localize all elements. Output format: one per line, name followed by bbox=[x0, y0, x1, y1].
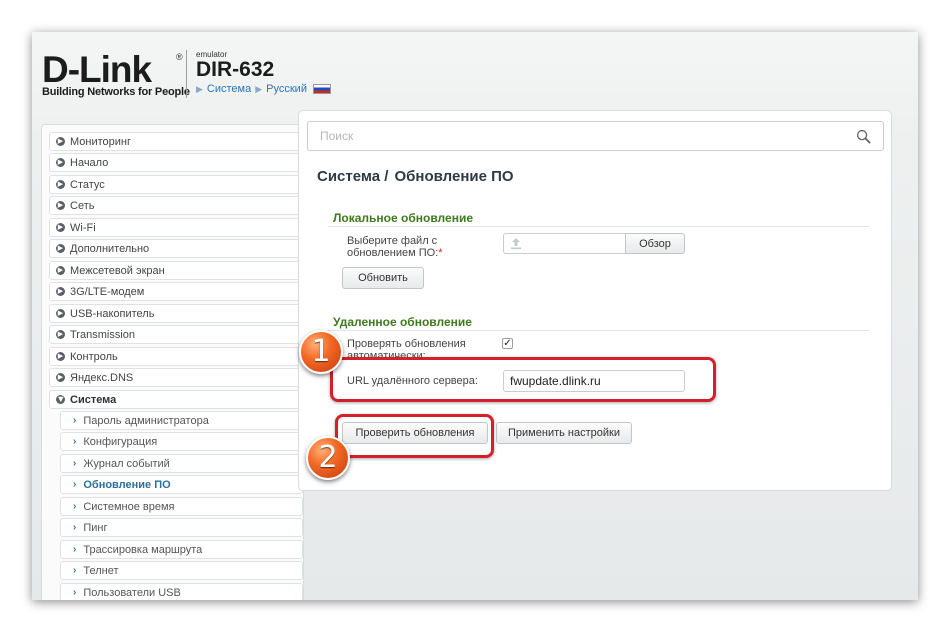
sidebar-subitem-firmware-update[interactable]: › Обновление ПО bbox=[60, 475, 303, 494]
sidebar-subitem-system-time[interactable]: › Системное время bbox=[60, 497, 303, 516]
sidebar-subitem-traceroute[interactable]: › Трассировка маршрута bbox=[60, 540, 303, 559]
auto-check-checkbox[interactable]: ✓ bbox=[502, 338, 513, 349]
logo-text: D-Link bbox=[42, 49, 152, 90]
local-update-section-title: Локальное обновление bbox=[333, 211, 473, 225]
search-box bbox=[307, 121, 884, 151]
arrow-right-icon: ▶ bbox=[56, 201, 65, 210]
sidebar-subitem-event-log[interactable]: › Журнал событий bbox=[60, 454, 303, 473]
arrow-right-icon: ▶ bbox=[56, 180, 65, 189]
page-title-page: Обновление ПО bbox=[394, 168, 514, 185]
search-input[interactable] bbox=[308, 122, 848, 150]
model-info: emulator DIR-632 ▶ Система ▶ Русский bbox=[196, 50, 331, 95]
breadcrumb-arrow-icon: ▶ bbox=[196, 83, 203, 94]
language-selector[interactable]: Русский bbox=[266, 83, 307, 95]
arrow-right-icon: ▶ bbox=[56, 137, 65, 146]
sidebar-subitem-ping[interactable]: › Пинг bbox=[60, 518, 303, 537]
page-title: Система / Обновление ПО bbox=[317, 168, 514, 185]
sidebar-subitem-usb-users[interactable]: › Пользователи USB bbox=[60, 583, 303, 600]
upload-icon bbox=[511, 238, 521, 250]
sidebar-item-yandex-dns[interactable]: ▶ Яндекс.DNS bbox=[49, 368, 303, 387]
page-title-section: Система / bbox=[317, 168, 389, 185]
section-divider bbox=[328, 330, 869, 331]
sidebar-menu: ▶ Мониторинг ▶ Начало ▶ Статус ▶ Сеть ▶ Wi-Fi… bbox=[41, 124, 304, 600]
highlight-frame-check-button bbox=[335, 414, 494, 458]
chevron-right-icon: › bbox=[73, 544, 77, 555]
arrow-right-icon: ▶ bbox=[56, 309, 65, 318]
sidebar-item-wifi[interactable]: ▶ Wi-Fi bbox=[49, 218, 303, 237]
chevron-right-icon: › bbox=[73, 522, 77, 533]
breadcrumb: ▶ Система ▶ Русский bbox=[196, 83, 331, 95]
search-icon[interactable] bbox=[856, 129, 871, 144]
step-1-badge: 1 bbox=[299, 330, 343, 374]
chevron-right-icon: › bbox=[73, 479, 77, 490]
sidebar-item-usb-storage[interactable]: ▶ USB-накопитель bbox=[49, 304, 303, 323]
step-2-badge: 2 bbox=[306, 436, 350, 480]
arrow-right-icon: ▶ bbox=[56, 373, 65, 382]
firmware-file-input[interactable] bbox=[503, 233, 626, 254]
required-mark: * bbox=[438, 247, 443, 259]
russian-flag-icon[interactable] bbox=[312, 84, 331, 94]
chevron-right-icon: › bbox=[73, 501, 77, 512]
sidebar-item-transmission[interactable]: ▶ Transmission bbox=[49, 325, 303, 344]
sidebar-item-status[interactable]: ▶ Статус bbox=[49, 175, 303, 194]
sidebar-item-network[interactable]: ▶ Сеть bbox=[49, 196, 303, 215]
header-divider bbox=[186, 50, 187, 98]
apply-settings-button[interactable]: Применить настройки bbox=[496, 422, 632, 444]
registered-mark: ® bbox=[176, 52, 183, 62]
sidebar-item-advanced[interactable]: ▶ Дополнительно bbox=[49, 239, 303, 258]
logo-tagline: Building Networks for People bbox=[42, 86, 190, 98]
arrow-right-icon: ▶ bbox=[56, 158, 65, 167]
sidebar-item-start[interactable]: ▶ Начало bbox=[49, 153, 303, 172]
arrow-right-icon: ▶ bbox=[56, 266, 65, 275]
update-button[interactable]: Обновить bbox=[342, 267, 424, 289]
firmware-file-label: Выберите файл с обновлением ПО:* bbox=[347, 235, 443, 259]
chevron-right-icon: › bbox=[73, 565, 77, 576]
sidebar-item-firewall[interactable]: ▶ Межсетевой экран bbox=[49, 261, 303, 280]
browse-button[interactable]: Обзор bbox=[625, 233, 685, 254]
breadcrumb-arrow-icon: ▶ bbox=[255, 83, 263, 94]
model-name: DIR-632 bbox=[196, 58, 275, 81]
sidebar-subitem-telnet[interactable]: › Телнет bbox=[60, 561, 303, 580]
chevron-right-icon: › bbox=[73, 587, 77, 598]
sidebar-subitem-configuration[interactable]: › Конфигурация bbox=[60, 432, 303, 451]
sidebar-subitem-admin-password[interactable]: › Пароль администратора bbox=[60, 411, 303, 430]
sidebar-item-control[interactable]: ▶ Контроль bbox=[49, 347, 303, 366]
sidebar-item-monitoring[interactable]: ▶ Мониторинг bbox=[49, 132, 303, 151]
main-panel: Система / Обновление ПО Локальное обновл… bbox=[298, 110, 892, 491]
chevron-right-icon: › bbox=[73, 458, 77, 469]
highlight-frame-url bbox=[330, 357, 716, 402]
sidebar-item-3g-lte-modem[interactable]: ▶ 3G/LTE-модем bbox=[49, 282, 303, 301]
chevron-right-icon: › bbox=[73, 436, 77, 447]
remote-update-section-title: Удаленное обновление bbox=[333, 315, 472, 329]
arrow-right-icon: ▶ bbox=[56, 352, 65, 361]
router-web-ui: D-Link ® Building Networks for People em… bbox=[32, 32, 918, 600]
chevron-right-icon: › bbox=[73, 415, 77, 426]
breadcrumb-system-link[interactable]: Система bbox=[207, 83, 251, 95]
sidebar-item-system[interactable]: ▶ Система bbox=[49, 390, 303, 409]
arrow-right-icon: ▶ bbox=[56, 330, 65, 339]
arrow-down-icon: ▶ bbox=[56, 395, 65, 404]
arrow-right-icon: ▶ bbox=[56, 223, 65, 232]
dlink-logo: D-Link ® Building Networks for People bbox=[42, 49, 190, 99]
arrow-right-icon: ▶ bbox=[56, 287, 65, 296]
section-divider bbox=[328, 226, 869, 227]
arrow-right-icon: ▶ bbox=[56, 244, 65, 253]
